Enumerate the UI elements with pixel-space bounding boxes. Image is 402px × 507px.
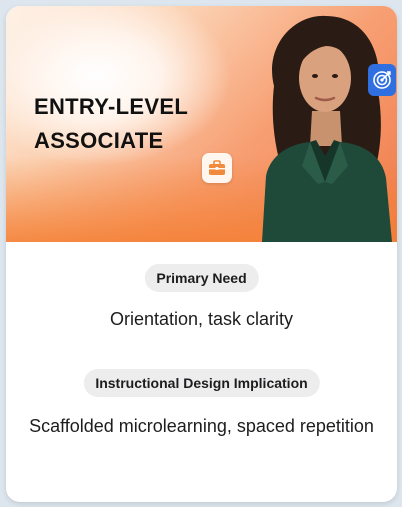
design-implication-label: Instructional Design Implication [83, 369, 320, 397]
briefcase-icon [202, 153, 232, 183]
target-icon [368, 64, 396, 96]
persona-title: ENTRY-LEVEL ASSOCIATE [34, 94, 188, 153]
design-implication-value: Scaffolded microlearning, spaced repetit… [29, 416, 374, 436]
primary-need-value: Orientation, task clarity [109, 309, 294, 329]
persona-details: Primary Need Orientation, task clarity I… [6, 242, 397, 502]
persona-card: ENTRY-LEVEL ASSOCIATE Primary Need Orien… [6, 6, 397, 502]
persona-portrait [262, 15, 392, 242]
persona-banner: ENTRY-LEVEL ASSOCIATE [6, 6, 397, 242]
primary-need-label: Primary Need [144, 264, 259, 292]
